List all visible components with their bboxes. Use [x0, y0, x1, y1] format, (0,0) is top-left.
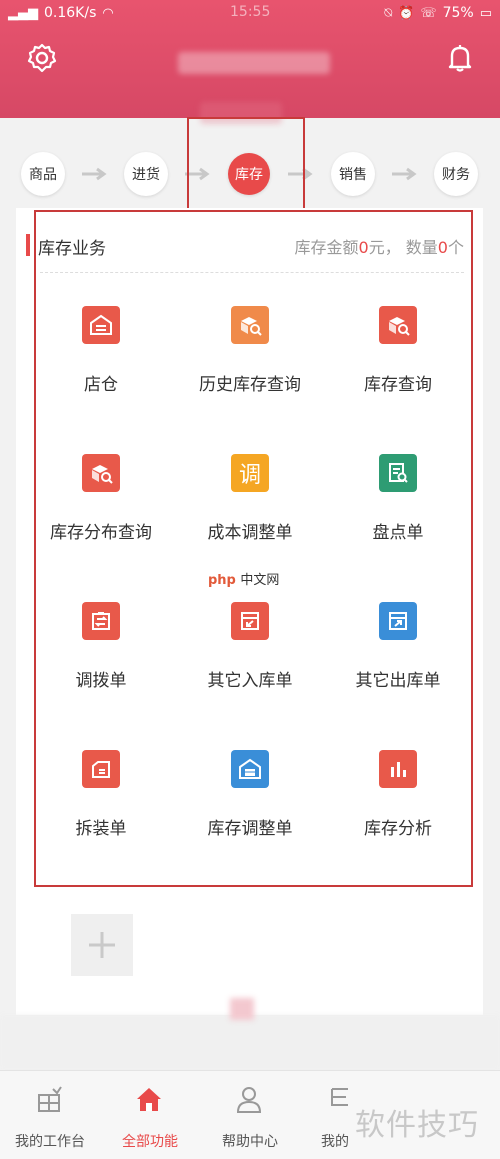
network-speed: 0.16K/s — [44, 5, 97, 21]
grid-item-label: 库存调整单 — [207, 819, 293, 839]
hd-call-icon: ☏ — [420, 5, 437, 21]
add-shortcut-button[interactable] — [71, 914, 133, 976]
transfer-icon — [82, 602, 120, 640]
grid-item-label: 其它出库单 — [355, 671, 441, 691]
grid-item-other-inbound[interactable]: 其它入库单 — [175, 602, 325, 712]
step-sales[interactable]: 销售 — [331, 152, 375, 196]
arrow-right-icon — [82, 167, 107, 181]
grid-item-label: 库存分布查询 — [50, 523, 152, 543]
battery-icon: ▭ — [479, 5, 492, 21]
inventory-amount: 0 — [358, 238, 369, 257]
divider — [40, 272, 464, 273]
grid-item-label: 调拨单 — [75, 671, 127, 691]
grid-item-other-outbound[interactable]: 其它出库单 — [323, 602, 473, 712]
watermark-php: php 中文网 — [208, 573, 280, 588]
notification-bell-icon[interactable] — [444, 42, 476, 74]
mute-icon: ⍉ — [384, 5, 393, 21]
warehouse-icon — [82, 306, 120, 344]
my-icon — [331, 1088, 348, 1106]
grid-item-label: 库存分析 — [364, 819, 432, 839]
step-products[interactable]: 商品 — [21, 152, 65, 196]
grid-item-label: 拆装单 — [75, 819, 127, 839]
section-header: 库存业务 库存金额0元， 数量0个 — [26, 230, 466, 260]
stock-analysis-icon — [379, 750, 417, 788]
inventory-count: 0 — [437, 238, 448, 257]
alarm-icon: ⏰ — [398, 5, 415, 21]
cost-adjust-icon: 调 — [231, 454, 269, 492]
blurred-title — [178, 52, 330, 74]
step-purchase[interactable]: 进货 — [124, 152, 168, 196]
plus-icon — [89, 932, 115, 958]
blurred-region — [230, 998, 254, 1020]
corner-watermark: 软件技巧 — [355, 1108, 479, 1143]
highlight-annotation — [187, 117, 305, 221]
app-header: ▂▄▆ 0.16K/s ◠ 15:55 ⍉ ⏰ ☏ 75% ▭ — [0, 0, 500, 118]
disassembly-icon — [82, 750, 120, 788]
nav-workbench[interactable]: 我的工作台 — [0, 1083, 105, 1153]
grid-item-label: 盘点单 — [372, 523, 424, 543]
other-inbound-icon — [231, 602, 269, 640]
grid-item-stock-distribution[interactable]: 库存分布查询 — [26, 454, 176, 564]
wifi-icon: ◠ — [102, 5, 114, 21]
grid-item-stock-adjust[interactable]: 库存调整单 — [175, 750, 325, 860]
home-icon — [137, 1088, 161, 1111]
grid-item-transfer[interactable]: 调拨单 — [26, 602, 176, 712]
grid-item-label: 库存查询 — [364, 375, 432, 395]
stock-distribution-icon — [82, 454, 120, 492]
grid-item-disassembly[interactable]: 拆装单 — [26, 750, 176, 860]
user-help-icon — [236, 1087, 262, 1113]
nav-label: 我的工作台 — [15, 1134, 85, 1150]
nav-label: 全部功能 — [122, 1134, 178, 1150]
inventory-summary: 库存金额0元， 数量0个 — [294, 238, 465, 257]
history-stock-search-icon — [231, 306, 269, 344]
grid-item-inventory-check[interactable]: 盘点单 — [323, 454, 473, 564]
nav-all-functions[interactable]: 全部功能 — [95, 1083, 205, 1153]
grid-item-store-warehouse[interactable]: 店仓 — [26, 306, 176, 416]
other-outbound-icon — [379, 602, 417, 640]
arrow-right-icon — [392, 167, 417, 181]
workbench-icon — [38, 1086, 62, 1112]
battery-level: 75% — [442, 5, 474, 21]
grid-item-stock-analysis[interactable]: 库存分析 — [323, 750, 473, 860]
grid-item-label: 成本调整单 — [207, 523, 293, 543]
status-bar: ▂▄▆ 0.16K/s ◠ 15:55 ⍉ ⏰ ☏ 75% ▭ — [0, 0, 500, 26]
settings-gear-icon[interactable] — [26, 42, 58, 74]
section-accent-bar — [26, 234, 30, 256]
section-title: 库存业务 — [38, 239, 106, 259]
grid-item-stock-search[interactable]: 库存查询 — [323, 306, 473, 416]
stock-adjust-icon — [231, 750, 269, 788]
status-clock: 15:55 — [230, 4, 271, 20]
grid-item-cost-adjust[interactable]: 调 成本调整单 — [175, 454, 325, 564]
grid-item-label: 历史库存查询 — [199, 375, 301, 395]
grid-item-label: 其它入库单 — [207, 671, 293, 691]
grid-item-label: 店仓 — [84, 375, 118, 395]
step-finance[interactable]: 财务 — [434, 152, 478, 196]
grid-item-history-stock-search[interactable]: 历史库存查询 — [175, 306, 325, 416]
stock-search-icon — [379, 306, 417, 344]
blurred-region — [0, 1015, 500, 1070]
inventory-check-icon — [379, 454, 417, 492]
signal-icon: ▂▄▆ — [8, 5, 38, 21]
